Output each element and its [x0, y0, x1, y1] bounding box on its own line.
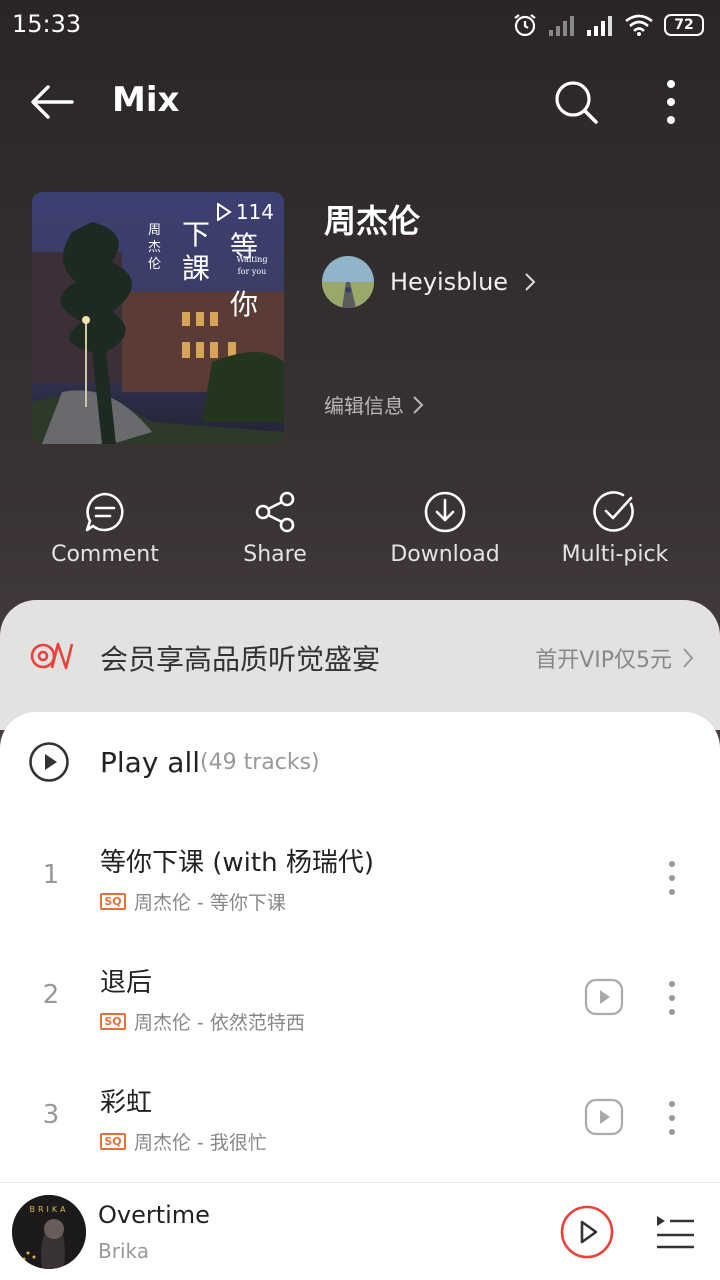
cover-subtitle-text: Waiting for you	[236, 255, 268, 276]
battery-indicator: 72	[664, 14, 704, 36]
edit-info-link[interactable]: 编辑信息	[324, 390, 424, 419]
comment-icon	[85, 492, 124, 532]
vip-banner[interactable]: 会员享高品质听觉盛宴 首开VIP仅5元	[0, 600, 720, 730]
track-count: (49 tracks)	[200, 749, 320, 775]
signal-icon	[549, 16, 574, 36]
playlist-name: 周杰伦	[324, 202, 421, 240]
page-title: Mix	[112, 80, 180, 120]
creator-name: Heyisblue	[390, 268, 509, 296]
now-playing-artist: Brika	[98, 1239, 149, 1263]
play-all-button[interactable]: Play all (49 tracks)	[28, 740, 320, 784]
download-label: Download	[390, 542, 500, 567]
now-playing-title: Overtime	[98, 1201, 210, 1229]
track-title: 等你下课 (with 杨瑞代)	[100, 848, 374, 878]
creator-link[interactable]: Heyisblue	[322, 254, 536, 310]
track-row[interactable]: 3 彩虹 SQ 周杰伦 - 我很忙	[0, 1058, 720, 1168]
sq-quality-badge: SQ	[100, 1133, 126, 1150]
more-options-button[interactable]	[650, 78, 692, 126]
vip-cta-label: 首开VIP仅5元	[535, 648, 672, 673]
track-artist-album: 周杰伦 - 依然范特西	[134, 1012, 305, 1034]
alarm-icon	[514, 14, 536, 37]
back-button[interactable]	[30, 78, 82, 126]
queue-list-icon	[657, 1216, 694, 1249]
more-vertical-icon	[669, 861, 675, 895]
play-all-label: Play all	[100, 745, 201, 779]
track-index: 3	[42, 1100, 60, 1130]
play-circle-icon	[560, 1205, 614, 1259]
status-icons: 72	[512, 10, 704, 40]
comment-button[interactable]: Comment	[20, 490, 190, 590]
vip-cta-link[interactable]: 首开VIP仅5元	[535, 642, 694, 674]
video-play-icon	[584, 978, 624, 1016]
track-more-button[interactable]	[660, 978, 684, 1018]
cover-title-text: 下課	[182, 218, 211, 285]
sq-quality-badge: SQ	[100, 1013, 126, 1030]
track-index: 1	[42, 860, 60, 890]
track-title: 退后	[100, 968, 153, 998]
wifi-icon	[625, 14, 653, 36]
sq-quality-badge: SQ	[100, 893, 126, 910]
signal-icon	[587, 16, 612, 36]
track-artist-album: 周杰伦 - 我很忙	[134, 1132, 267, 1154]
status-time: 15:33	[12, 10, 82, 38]
vip-banner-text: 会员享高品质听觉盛宴	[100, 643, 381, 676]
more-vertical-icon	[669, 1101, 675, 1135]
track-row[interactable]: 1 等你下课 (with 杨瑞代) SQ 周杰伦 - 等你下课	[0, 818, 720, 928]
search-button[interactable]	[552, 78, 600, 126]
now-playing-artwork[interactable]: BRIKA	[12, 1195, 86, 1269]
track-subtitle: SQ 周杰伦 - 我很忙	[100, 1128, 267, 1155]
mini-play-button[interactable]	[560, 1205, 614, 1259]
back-arrow-icon	[31, 85, 74, 119]
chevron-right-icon	[413, 395, 424, 414]
more-vertical-icon	[667, 80, 675, 124]
track-row[interactable]: 2 退后 SQ 周杰伦 - 依然范特西	[0, 938, 720, 1048]
download-icon	[424, 491, 466, 533]
share-label: Share	[243, 542, 307, 567]
track-more-button[interactable]	[660, 1098, 684, 1138]
chevron-right-icon	[525, 273, 536, 291]
top-bar: Mix	[0, 66, 720, 138]
more-vertical-icon	[669, 981, 675, 1015]
mini-player[interactable]: BRIKA Overtime Brika	[0, 1182, 720, 1280]
multi-pick-button[interactable]: Multi-pick	[530, 490, 700, 590]
edit-info-label: 编辑信息	[324, 394, 404, 418]
multi-pick-label: Multi-pick	[561, 542, 669, 567]
avatar-image	[322, 256, 374, 308]
mv-button[interactable]	[584, 978, 624, 1016]
cover-artist-text: 周杰伦	[148, 223, 162, 272]
vip-logo-icon	[30, 642, 74, 670]
creator-avatar	[322, 256, 374, 308]
playlist-cover[interactable]: 114 下課 等你 周杰伦 Waiting for you	[32, 192, 284, 444]
video-play-icon	[584, 1098, 624, 1136]
search-icon	[555, 81, 598, 124]
download-button[interactable]: Download	[360, 490, 530, 590]
playlist-queue-button[interactable]	[654, 1211, 696, 1253]
comment-label: Comment	[51, 542, 159, 567]
album-art-text: BRIKA	[29, 1205, 69, 1214]
status-bar: 15:33 72	[0, 0, 720, 50]
track-subtitle: SQ 周杰伦 - 等你下课	[100, 888, 286, 915]
track-subtitle: SQ 周杰伦 - 依然范特西	[100, 1008, 305, 1035]
play-circle-icon	[29, 742, 69, 782]
track-more-button[interactable]	[660, 858, 684, 898]
share-icon	[255, 491, 295, 533]
track-index: 2	[42, 980, 60, 1010]
track-title: 彩虹	[100, 1088, 153, 1118]
multi-pick-icon	[593, 491, 634, 532]
track-artist-album: 周杰伦 - 等你下课	[134, 892, 286, 914]
share-button[interactable]: Share	[190, 490, 360, 590]
mv-button[interactable]	[584, 1098, 624, 1136]
chevron-right-icon	[683, 648, 694, 668]
action-row: Comment Share Download Multi-pick	[0, 490, 720, 590]
